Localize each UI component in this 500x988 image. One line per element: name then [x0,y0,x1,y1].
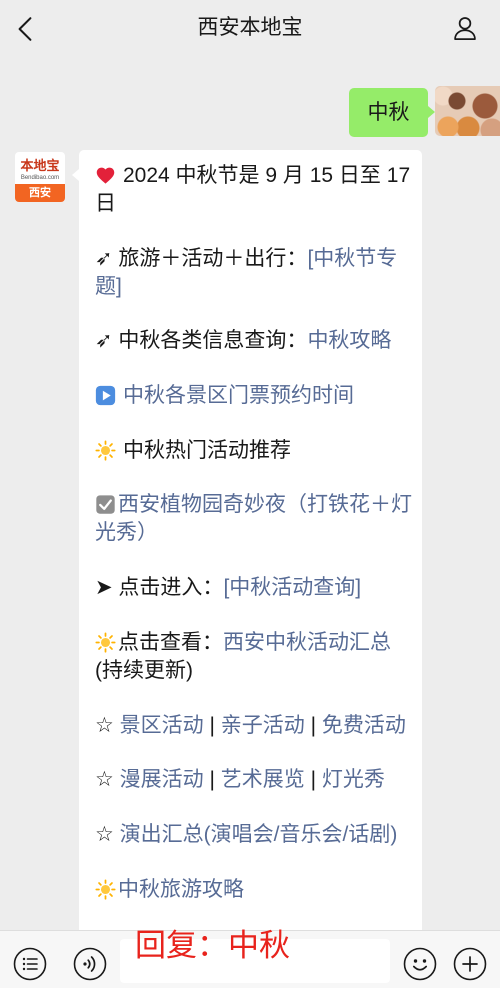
sun-icon [95,632,116,653]
reply-paragraph-travel-guide: 中秋旅游攻略 [95,876,413,904]
account-avatar-brand: 本地宝 [20,158,60,173]
heart-icon [96,167,115,184]
emoji-icon [403,947,437,981]
sun-icon [95,440,116,461]
light-show-link[interactable]: 灯光秀 [322,768,385,791]
travel-guide-link[interactable]: 中秋旅游攻略 [118,878,244,901]
reply-paragraph-ticket-reservation: 中秋各景区门票预约时间 [95,382,413,410]
reply-paragraph-info-query: ➶ 中秋各类信息查询：中秋攻略 [95,327,413,355]
art-exhibition-link[interactable]: 艺术展览 [221,768,305,791]
account-avatar-city: 西安 [15,184,65,202]
topic-label: ➶ 旅游＋活动＋出行： [95,246,308,270]
separator: | [304,768,322,792]
activity-summary-link[interactable]: 西安中秋活动汇总 [223,631,391,654]
play-button-icon [95,385,116,406]
mid-autumn-guide-link[interactable]: 中秋攻略 [307,329,391,352]
star-bullet: ☆ [95,768,120,792]
activity-summary-note: (持续更新) [95,658,193,682]
activity-summary-label: 点击查看： [118,630,223,654]
ticket-reservation-link[interactable]: 中秋各景区门票预约时间 [123,384,354,407]
reply-paragraph-hot-activities: 中秋热门活动推荐 [95,437,413,465]
info-query-label: ➶ 中秋各类信息查询： [95,329,308,353]
hot-activities-heading: 中秋热门活动推荐 [123,438,291,462]
user-message-text: 中秋 [367,101,410,124]
star-bullet: ☆ [95,713,120,737]
voice-icon [73,947,107,981]
account-reply-bubble: 2024 中秋节是 9 月 15 日至 17 日 ➶ 旅游＋活动＋出行：[中秋节… [72,150,422,930]
menu-toggle-button[interactable] [13,947,47,981]
reply-paragraph-activity-query: ➤ 点击进入：[中秋活动查询] [95,574,413,602]
checkbox-icon [96,495,115,515]
reply-paragraph-holiday-dates: 2024 中秋节是 9 月 15 日至 17 日 [95,162,413,218]
performances-link[interactable]: 演出汇总(演唱会/音乐会/话剧) [120,823,398,846]
emoji-button[interactable] [403,947,437,981]
activity-query-label: ➤ 点击进入： [95,576,224,600]
star-bullet: ☆ [95,822,120,846]
reply-paragraph-topic: ➶ 旅游＋活动＋出行：[中秋节专题] [95,245,413,301]
activity-query-link[interactable]: [中秋活动查询] [223,576,361,599]
separator: | [203,713,221,737]
holiday-dates-text: 2024 中秋节是 9 月 15 日至 17 日 [95,164,411,215]
back-button[interactable] [14,16,36,42]
family-activities-link[interactable]: 亲子活动 [221,714,305,737]
voice-input-button[interactable] [73,947,107,981]
sun-icon [95,879,116,900]
botanical-garden-night-link[interactable]: 西安植物园奇妙夜（打铁花＋灯光秀） [95,493,412,544]
person-icon [454,17,476,40]
account-avatar-site: Bendibao.com [20,175,60,181]
chat-header: 西安本地宝 [0,0,500,58]
reply-keyword-overlay: 回复：中秋 [135,928,290,963]
account-avatar[interactable]: 本地宝 Bendibao.com 西安 [15,152,65,202]
chat-title: 西安本地宝 [197,16,303,39]
reply-paragraph-expo-art-lights: ☆ 漫展活动 | 艺术展览 | 灯光秀 [95,766,413,794]
separator: | [304,713,322,737]
scenic-activities-link[interactable]: 景区活动 [120,714,204,737]
user-message-bubble[interactable]: 中秋 [349,88,435,137]
reply-paragraph-performances: ☆ 演出汇总(演唱会/音乐会/话剧) [95,821,413,849]
free-activities-link[interactable]: 免费活动 [322,714,406,737]
profile-button[interactable] [451,14,479,42]
more-functions-button[interactable] [453,947,487,981]
reply-paragraph-scenic-family-free: ☆ 景区活动 | 亲子活动 | 免费活动 [95,712,413,740]
user-photo-avatar[interactable] [435,86,500,136]
plus-icon [453,947,487,981]
separator: | [203,768,221,792]
reply-paragraph-activity-summary: 点击查看：西安中秋活动汇总 (持续更新) [95,629,413,685]
list-menu-icon [13,947,47,981]
chevron-left-icon [18,17,32,41]
reply-paragraph-botanical-garden: 西安植物园奇妙夜（打铁花＋灯光秀） [95,491,413,547]
anime-expo-link[interactable]: 漫展活动 [120,768,204,791]
message-list[interactable]: 中秋 本地宝 Bendibao.com 西安 2024 中秋节是 9 月 15 … [0,0,500,930]
